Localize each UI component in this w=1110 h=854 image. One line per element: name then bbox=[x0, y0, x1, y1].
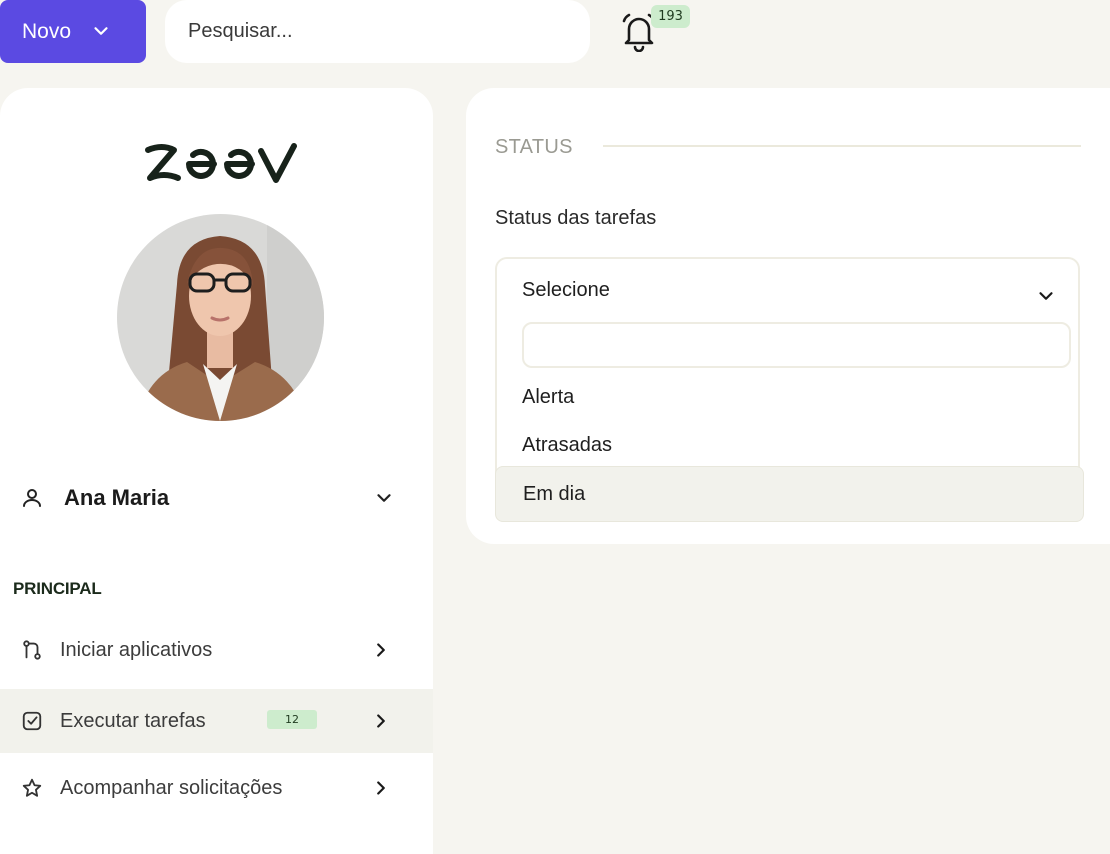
option-em-dia[interactable]: Em dia bbox=[495, 466, 1084, 522]
zeev-logo: zeev bbox=[145, 143, 297, 183]
option-atrasadas[interactable]: Atrasadas bbox=[497, 421, 1080, 469]
user-icon bbox=[23, 489, 41, 507]
sidebar-item-label: Iniciar aplicativos bbox=[60, 638, 213, 661]
user-menu[interactable]: Ana Maria bbox=[20, 480, 395, 516]
chevron-right-icon bbox=[377, 714, 385, 728]
git-branch-icon bbox=[23, 640, 41, 660]
status-field-label: Status das tarefas bbox=[495, 207, 657, 229]
sidebar-item-acompanhar-solicitacoes[interactable]: Acompanhar solicitações bbox=[0, 756, 433, 820]
sidebar-item-iniciar-aplicativos[interactable]: Iniciar aplicativos bbox=[0, 618, 433, 682]
divider bbox=[603, 145, 1081, 147]
search-input[interactable] bbox=[188, 20, 568, 43]
select-search-input[interactable] bbox=[522, 322, 1071, 368]
chevron-down-icon bbox=[377, 494, 391, 502]
new-button[interactable]: Novo bbox=[0, 0, 146, 63]
section-title: STATUS bbox=[495, 136, 573, 158]
notification-count-badge: 193 bbox=[651, 5, 690, 28]
chevron-down-icon bbox=[1039, 292, 1053, 300]
sidebar-item-label: Executar tarefas bbox=[60, 709, 206, 732]
chevron-right-icon bbox=[377, 643, 385, 657]
section-label-principal: PRINCIPAL bbox=[13, 579, 102, 598]
avatar bbox=[117, 214, 324, 421]
status-select[interactable]: Selecione Alerta Atrasadas Em dia bbox=[495, 257, 1084, 522]
sidebar-item-executar-tarefas[interactable]: Executar tarefas 12 bbox=[0, 689, 433, 753]
search-box[interactable] bbox=[165, 0, 590, 63]
sidebar: zeev Ana Maria PR bbox=[0, 88, 433, 854]
select-toggle[interactable]: Selecione bbox=[497, 259, 1080, 321]
star-icon bbox=[22, 778, 42, 797]
chevron-right-icon bbox=[377, 781, 385, 795]
check-square-icon bbox=[22, 711, 42, 731]
sidebar-item-label: Acompanhar solicitações bbox=[60, 776, 283, 799]
option-alerta[interactable]: Alerta bbox=[497, 373, 1080, 421]
user-name: Ana Maria bbox=[64, 485, 170, 510]
new-button-label: Novo bbox=[22, 19, 72, 43]
chevron-down-icon bbox=[94, 27, 108, 35]
task-count-badge: 12 bbox=[267, 710, 317, 729]
status-panel: STATUS Status das tarefas Selecione Aler… bbox=[466, 88, 1110, 544]
select-value: Selecione bbox=[522, 278, 610, 301]
